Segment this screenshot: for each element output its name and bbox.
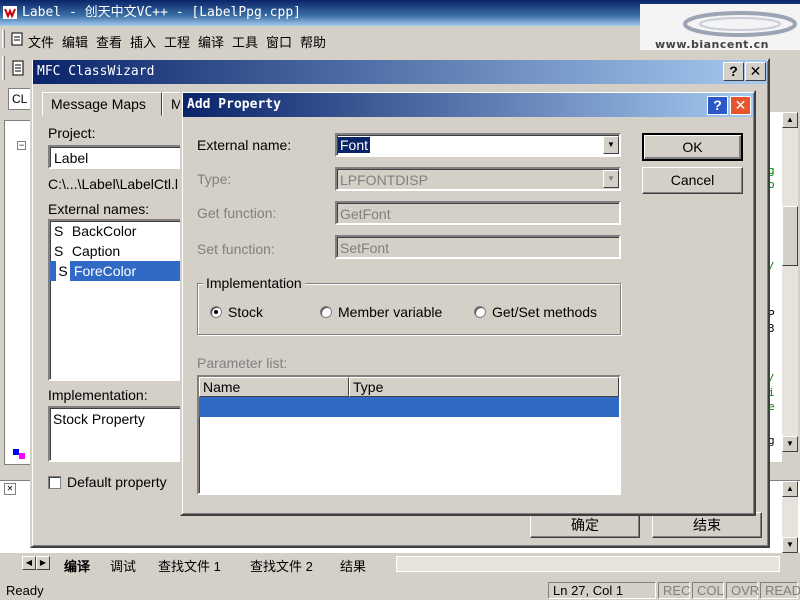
external-names-list[interactable]: S BackColor S Caption S ForeColor <box>48 219 182 381</box>
classwizard-title-bar: MFC ClassWizard <box>33 60 767 84</box>
list-item[interactable]: S BackColor <box>50 221 180 241</box>
ide-title: Label - 创天中文VC++ - [LabelPpg.cpp] <box>22 5 301 20</box>
get-function-field: GetFont <box>335 201 621 225</box>
classwizard-title: MFC ClassWizard <box>37 64 155 79</box>
output-scroll-down-icon[interactable]: ▼ <box>782 537 798 553</box>
property-name: BackColor <box>71 223 137 239</box>
list-item[interactable]: S Caption <box>50 241 180 261</box>
classwizard-close-button[interactable]: ✕ <box>745 62 766 81</box>
menu-grip <box>2 30 5 48</box>
menu-insert[interactable]: 插入 <box>130 32 156 51</box>
classwizard-help-button[interactable]: ? <box>723 62 744 81</box>
set-function-field: SetFont <box>335 235 621 259</box>
status-read: READ <box>760 582 800 599</box>
tab-member-variables[interactable]: M <box>162 92 183 116</box>
get-set-methods-label: Get/Set methods <box>492 304 598 320</box>
selected-list-item[interactable]: S ForeColor <box>48 261 136 281</box>
toolbar <box>0 52 30 84</box>
status-ovr: OVR <box>726 582 759 599</box>
tab-message-maps[interactable]: Message Maps <box>42 92 162 116</box>
tree-collapse-icon[interactable]: − <box>17 141 26 150</box>
type-label: Type: <box>197 171 232 187</box>
implementation-field[interactable]: Stock Property <box>48 406 182 462</box>
stock-radio[interactable] <box>210 306 222 318</box>
toolbar-grip <box>2 56 5 80</box>
scroll-down-icon[interactable]: ▼ <box>782 436 798 452</box>
column-header-type[interactable]: Type <box>349 377 619 397</box>
set-function-label: Set function: <box>197 241 275 257</box>
default-property-checkbox[interactable] <box>48 476 61 489</box>
external-name-value: Font <box>338 137 371 153</box>
parameter-list[interactable]: Name Type <box>197 375 621 495</box>
project-field[interactable]: Label <box>48 145 182 169</box>
scroll-thumb[interactable] <box>782 206 798 266</box>
external-names-label: External names: <box>48 201 150 217</box>
tab-scroll-first-icon[interactable]: ◀ <box>22 556 36 570</box>
default-property-label: Default property <box>67 474 167 490</box>
add-property-help-button[interactable]: ? <box>707 96 728 115</box>
menu-file[interactable]: 文件 <box>28 32 54 51</box>
editor-scrollbar[interactable]: ▲ ▼ <box>782 112 798 452</box>
member-variable-label: Member variable <box>338 304 443 320</box>
parameter-row-selected[interactable] <box>199 397 619 417</box>
vc-app-icon <box>3 6 17 19</box>
menu-view[interactable]: 查看 <box>96 32 122 51</box>
new-file-icon[interactable] <box>10 60 26 76</box>
get-set-methods-radio[interactable] <box>474 306 486 318</box>
watermark-text: www.biancent.cn <box>655 38 769 51</box>
add-property-title-bar: Add Property <box>183 93 753 117</box>
ok-button[interactable]: OK <box>642 133 743 161</box>
status-position: Ln 27, Col 1 <box>548 582 656 599</box>
cancel-button[interactable]: Cancel <box>642 167 743 194</box>
column-header-name[interactable]: Name <box>199 377 349 397</box>
type-combo: LPFONTDISP ▼ <box>335 167 621 191</box>
implementation-group-label: Implementation <box>203 275 305 291</box>
external-name-dropdown-icon[interactable]: ▼ <box>603 136 619 154</box>
output-scrollbar[interactable]: ▲ ▼ <box>782 481 798 553</box>
menu-help[interactable]: 帮助 <box>300 32 326 51</box>
type-value: LPFONTDISP <box>340 172 428 188</box>
external-name-label: External name: <box>197 137 292 153</box>
stock-prefix: S <box>56 261 70 281</box>
status-rec: REC <box>658 582 690 599</box>
menu-tools[interactable]: 工具 <box>232 32 258 51</box>
type-dropdown-icon: ▼ <box>603 170 619 188</box>
menu-edit[interactable]: 编辑 <box>62 32 88 51</box>
document-menu-icon <box>11 32 23 46</box>
parameter-list-label: Parameter list: <box>197 355 288 371</box>
status-col: COL <box>692 582 724 599</box>
member-variable-radio[interactable] <box>320 306 332 318</box>
status-ready: Ready <box>6 583 44 598</box>
get-function-label: Get function: <box>197 205 277 221</box>
implementation-label: Implementation: <box>48 387 148 403</box>
stock-prefix: S <box>54 223 64 239</box>
output-close-icon[interactable]: ✕ <box>4 483 16 495</box>
external-name-combo[interactable]: Font ▼ <box>335 133 621 157</box>
property-name: Caption <box>71 243 121 259</box>
property-name: ForeColor <box>73 263 137 279</box>
add-property-close-button[interactable]: ✕ <box>730 96 751 115</box>
tab-debug[interactable]: 调试 <box>110 556 136 575</box>
tab-find-in-files-2[interactable]: 查找文件 2 <box>250 556 313 575</box>
tab-find-in-files-1[interactable]: 查找文件 1 <box>158 556 221 575</box>
resource-view-icon[interactable] <box>19 453 25 459</box>
tab-results[interactable]: 结果 <box>340 556 366 575</box>
tab-scroll-left-icon[interactable]: ▶ <box>36 556 50 570</box>
tab-hscrollbar[interactable] <box>396 556 780 572</box>
menu-window[interactable]: 窗口 <box>266 32 292 51</box>
output-scroll-up-icon[interactable]: ▲ <box>782 481 798 497</box>
tab-build[interactable]: 编译 <box>64 556 90 575</box>
menu-build[interactable]: 编译 <box>198 32 224 51</box>
stock-label: Stock <box>228 304 264 320</box>
add-property-title: Add Property <box>187 97 281 112</box>
scroll-up-icon[interactable]: ▲ <box>782 112 798 128</box>
project-label: Project: <box>48 125 96 141</box>
menu-project[interactable]: 工程 <box>164 32 190 51</box>
class-path: C:\...\Label\LabelCtl.l <box>48 176 178 192</box>
stock-prefix: S <box>54 243 64 259</box>
